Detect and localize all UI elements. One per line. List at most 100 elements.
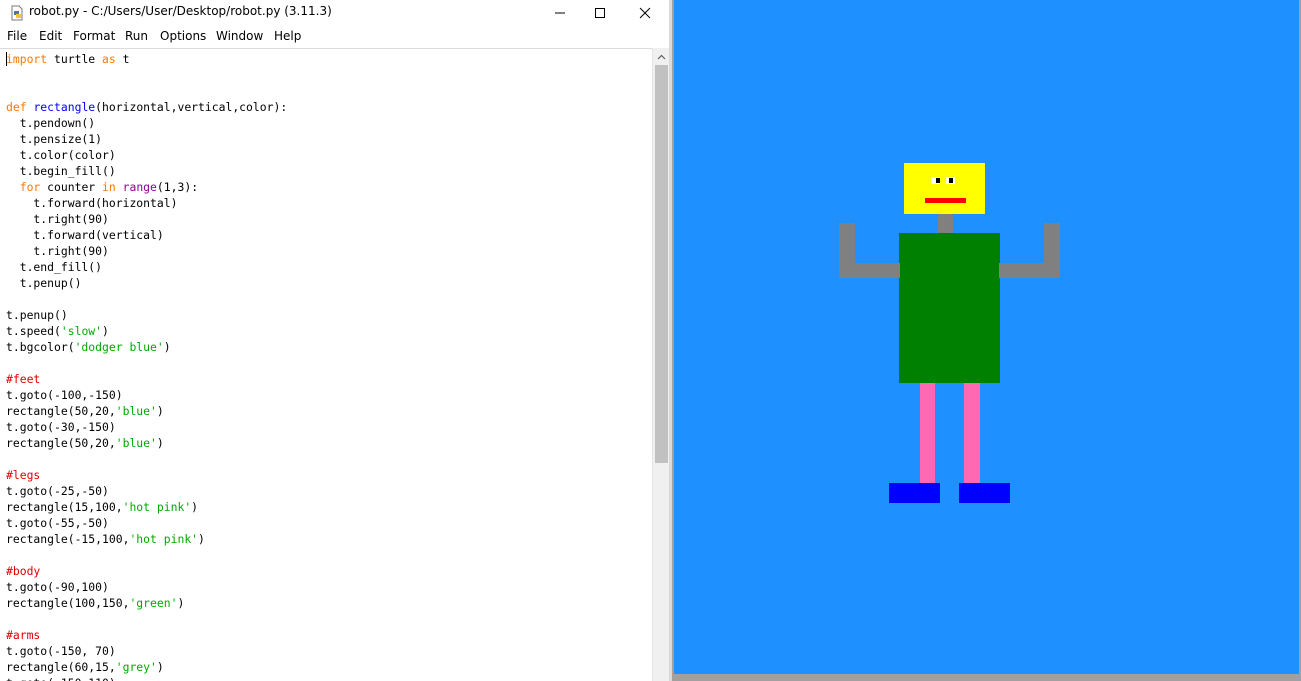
robot-head <box>904 163 985 214</box>
robot-leg-left <box>920 383 935 484</box>
robot-neck <box>938 214 953 233</box>
code-token: def <box>6 100 27 114</box>
code-line[interactable]: #arms <box>6 627 287 643</box>
robot-pupil-right <box>949 178 953 183</box>
code-line[interactable]: t.goto(-100,-150) <box>6 387 287 403</box>
menu-edit[interactable]: Edit <box>39 29 62 43</box>
code-line[interactable]: t.pendown() <box>6 115 287 131</box>
code-line[interactable]: rectangle(-15,100,'hot pink') <box>6 531 287 547</box>
code-token: ) <box>177 596 185 610</box>
menu-window[interactable]: Window <box>216 29 263 43</box>
code-token: t.goto(-30,-150) <box>6 420 116 434</box>
code-token: t.forward(horizontal) <box>6 196 178 210</box>
code-line[interactable]: t.goto(-30,-150) <box>6 419 287 435</box>
robot-arm-right-vertical <box>1044 223 1060 278</box>
code-token: t.pensize(1) <box>6 132 103 146</box>
code-line[interactable]: t.speed('slow') <box>6 323 287 339</box>
code-token: t <box>115 52 130 66</box>
code-token: t.right(90) <box>6 212 109 226</box>
code-line[interactable]: t.penup() <box>6 275 287 291</box>
code-line[interactable] <box>6 451 287 467</box>
code-line[interactable]: rectangle(50,20,'blue') <box>6 435 287 451</box>
code-line[interactable]: import turtle as t <box>6 51 287 67</box>
menu-run[interactable]: Run <box>125 29 148 43</box>
code-line[interactable]: rectangle(15,100,'hot pink') <box>6 499 287 515</box>
code-line[interactable]: def rectangle(horizontal,vertical,color)… <box>6 99 287 115</box>
robot-pupil-left <box>936 178 940 183</box>
menu-format[interactable]: Format <box>73 29 115 43</box>
chevron-up-icon <box>657 54 666 59</box>
scroll-up-button[interactable] <box>653 48 670 65</box>
robot-foot-right <box>959 483 1010 503</box>
code-token: rectangle(50,20, <box>6 404 116 418</box>
code-line[interactable]: t.goto(-25,-50) <box>6 483 287 499</box>
code-line[interactable]: t.goto(-150,110) <box>6 675 287 681</box>
code-token: counter <box>40 180 103 194</box>
menu-file[interactable]: File <box>7 29 27 43</box>
code-line[interactable] <box>6 547 287 563</box>
scrollbar-thumb[interactable] <box>655 65 668 463</box>
code-token: rectangle(60,15, <box>6 660 116 674</box>
close-button[interactable] <box>622 0 668 25</box>
title-bar[interactable]: robot.py - C:/Users/User/Desktop/robot.p… <box>0 0 669 25</box>
code-token: t.goto(-150,110) <box>6 676 116 681</box>
robot-arm-left-vertical <box>839 223 855 278</box>
code-line[interactable] <box>6 67 287 83</box>
code-token: ) <box>102 324 109 338</box>
code-line[interactable] <box>6 291 287 307</box>
code-token: 'grey' <box>115 660 157 674</box>
code-token: t.end_fill() <box>6 260 103 274</box>
code-token: ) <box>163 340 171 354</box>
code-token: t.goto(-25,-50) <box>6 484 109 498</box>
code-line[interactable]: #body <box>6 563 287 579</box>
code-token: #legs <box>6 468 41 482</box>
code-token: 'green' <box>129 596 178 610</box>
code-line[interactable]: t.goto(-90,100) <box>6 579 287 595</box>
code-line[interactable] <box>6 611 287 627</box>
code-token: t.speed( <box>6 324 61 338</box>
code-line[interactable]: t.bgcolor('dodger blue') <box>6 339 287 355</box>
code-line[interactable]: t.right(90) <box>6 243 287 259</box>
code-line[interactable]: t.forward(vertical) <box>6 227 287 243</box>
close-icon <box>639 7 651 18</box>
robot-mouth <box>925 198 966 203</box>
code-line[interactable]: t.forward(horizontal) <box>6 195 287 211</box>
code-line[interactable]: #legs <box>6 467 287 483</box>
code-token: for <box>19 180 41 194</box>
code-line[interactable]: t.goto(-150, 70) <box>6 643 287 659</box>
code-token: t.right(90) <box>6 244 109 258</box>
code-line[interactable]: t.right(90) <box>6 211 287 227</box>
menu-help[interactable]: Help <box>274 29 301 43</box>
code-token: 'hot pink' <box>129 532 199 546</box>
code-line[interactable]: rectangle(100,150,'green') <box>6 595 287 611</box>
code-token: ) <box>191 500 199 514</box>
code-line[interactable]: t.goto(-55,-50) <box>6 515 287 531</box>
code-line[interactable]: t.begin_fill() <box>6 163 287 179</box>
code-token: range <box>122 180 157 194</box>
code-token: #feet <box>6 372 41 386</box>
code-line[interactable]: rectangle(50,20,'blue') <box>6 403 287 419</box>
text-cursor <box>6 52 7 66</box>
code-token: import <box>6 52 48 66</box>
code-line[interactable]: t.penup() <box>6 307 287 323</box>
code-line[interactable]: t.pensize(1) <box>6 131 287 147</box>
code-text[interactable]: import turtle as t def rectangle(horizont… <box>6 51 287 681</box>
code-line[interactable] <box>6 83 287 99</box>
vertical-scrollbar[interactable] <box>652 48 669 681</box>
code-token: #body <box>6 564 41 578</box>
code-line[interactable]: #feet <box>6 371 287 387</box>
code-line[interactable]: for counter in range(1,3): <box>6 179 287 195</box>
code-line[interactable]: t.end_fill() <box>6 259 287 275</box>
code-line[interactable]: rectangle(60,15,'grey') <box>6 659 287 675</box>
maximize-button[interactable] <box>577 0 623 25</box>
menu-options[interactable]: Options <box>160 29 206 43</box>
code-editor[interactable]: import turtle as t def rectangle(horizont… <box>0 48 652 681</box>
code-line[interactable]: t.color(color) <box>6 147 287 163</box>
code-token: t.penup() <box>6 308 68 322</box>
python-file-icon <box>9 5 25 21</box>
code-token: t.goto(-55,-50) <box>6 516 109 530</box>
code-line[interactable] <box>6 355 287 371</box>
code-token: in <box>102 180 116 194</box>
